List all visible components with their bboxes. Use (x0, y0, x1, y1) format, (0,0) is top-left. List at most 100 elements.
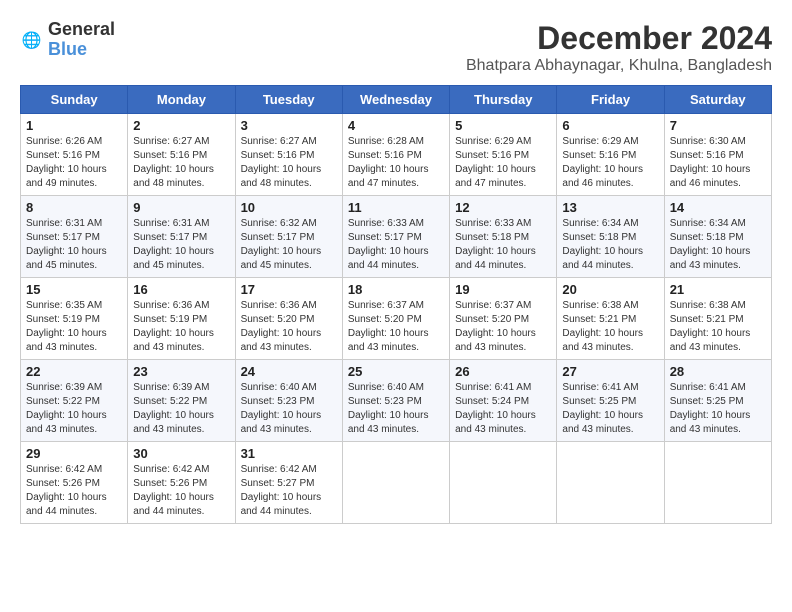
logo-general-text: General (48, 19, 115, 39)
location-subtitle: Bhatpara Abhaynagar, Khulna, Bangladesh (466, 57, 772, 75)
day-number: 4 (348, 118, 444, 133)
day-info: Sunrise: 6:38 AM Sunset: 5:21 PM Dayligh… (670, 299, 766, 355)
day-number: 14 (670, 200, 766, 215)
day-number: 28 (670, 364, 766, 379)
week-row-2: 8 Sunrise: 6:31 AM Sunset: 5:17 PM Dayli… (21, 196, 772, 278)
day-number: 15 (26, 282, 122, 297)
header-day-saturday: Saturday (664, 86, 771, 114)
day-info: Sunrise: 6:41 AM Sunset: 5:24 PM Dayligh… (455, 381, 551, 437)
day-cell: 5 Sunrise: 6:29 AM Sunset: 5:16 PM Dayli… (450, 114, 557, 196)
day-info: Sunrise: 6:42 AM Sunset: 5:26 PM Dayligh… (26, 463, 122, 519)
day-info: Sunrise: 6:42 AM Sunset: 5:26 PM Dayligh… (133, 463, 229, 519)
day-cell: 30 Sunrise: 6:42 AM Sunset: 5:26 PM Dayl… (128, 442, 235, 524)
day-cell: 22 Sunrise: 6:39 AM Sunset: 5:22 PM Dayl… (21, 360, 128, 442)
day-info: Sunrise: 6:37 AM Sunset: 5:20 PM Dayligh… (348, 299, 444, 355)
day-cell: 10 Sunrise: 6:32 AM Sunset: 5:17 PM Dayl… (235, 196, 342, 278)
day-number: 5 (455, 118, 551, 133)
logo: 🌐 General Blue (20, 20, 115, 60)
day-number: 7 (670, 118, 766, 133)
day-cell: 16 Sunrise: 6:36 AM Sunset: 5:19 PM Dayl… (128, 278, 235, 360)
day-cell: 14 Sunrise: 6:34 AM Sunset: 5:18 PM Dayl… (664, 196, 771, 278)
header-day-sunday: Sunday (21, 86, 128, 114)
day-info: Sunrise: 6:32 AM Sunset: 5:17 PM Dayligh… (241, 217, 337, 273)
day-cell: 28 Sunrise: 6:41 AM Sunset: 5:25 PM Dayl… (664, 360, 771, 442)
calendar-header: SundayMondayTuesdayWednesdayThursdayFrid… (21, 86, 772, 114)
day-info: Sunrise: 6:34 AM Sunset: 5:18 PM Dayligh… (670, 217, 766, 273)
header-day-thursday: Thursday (450, 86, 557, 114)
day-info: Sunrise: 6:41 AM Sunset: 5:25 PM Dayligh… (670, 381, 766, 437)
day-info: Sunrise: 6:35 AM Sunset: 5:19 PM Dayligh… (26, 299, 122, 355)
day-info: Sunrise: 6:40 AM Sunset: 5:23 PM Dayligh… (348, 381, 444, 437)
day-cell: 13 Sunrise: 6:34 AM Sunset: 5:18 PM Dayl… (557, 196, 664, 278)
day-number: 1 (26, 118, 122, 133)
day-info: Sunrise: 6:39 AM Sunset: 5:22 PM Dayligh… (133, 381, 229, 437)
header-day-monday: Monday (128, 86, 235, 114)
day-number: 31 (241, 446, 337, 461)
day-cell: 3 Sunrise: 6:27 AM Sunset: 5:16 PM Dayli… (235, 114, 342, 196)
title-section: December 2024 Bhatpara Abhaynagar, Khuln… (466, 20, 772, 75)
day-info: Sunrise: 6:26 AM Sunset: 5:16 PM Dayligh… (26, 135, 122, 191)
day-number: 29 (26, 446, 122, 461)
day-info: Sunrise: 6:36 AM Sunset: 5:19 PM Dayligh… (133, 299, 229, 355)
day-cell: 24 Sunrise: 6:40 AM Sunset: 5:23 PM Dayl… (235, 360, 342, 442)
day-cell: 7 Sunrise: 6:30 AM Sunset: 5:16 PM Dayli… (664, 114, 771, 196)
day-cell (557, 442, 664, 524)
day-info: Sunrise: 6:34 AM Sunset: 5:18 PM Dayligh… (562, 217, 658, 273)
day-number: 23 (133, 364, 229, 379)
day-cell: 23 Sunrise: 6:39 AM Sunset: 5:22 PM Dayl… (128, 360, 235, 442)
day-info: Sunrise: 6:38 AM Sunset: 5:21 PM Dayligh… (562, 299, 658, 355)
day-number: 24 (241, 364, 337, 379)
day-cell: 11 Sunrise: 6:33 AM Sunset: 5:17 PM Dayl… (342, 196, 449, 278)
day-cell: 21 Sunrise: 6:38 AM Sunset: 5:21 PM Dayl… (664, 278, 771, 360)
day-info: Sunrise: 6:30 AM Sunset: 5:16 PM Dayligh… (670, 135, 766, 191)
day-info: Sunrise: 6:27 AM Sunset: 5:16 PM Dayligh… (133, 135, 229, 191)
day-cell: 31 Sunrise: 6:42 AM Sunset: 5:27 PM Dayl… (235, 442, 342, 524)
day-number: 10 (241, 200, 337, 215)
day-info: Sunrise: 6:31 AM Sunset: 5:17 PM Dayligh… (133, 217, 229, 273)
day-cell: 8 Sunrise: 6:31 AM Sunset: 5:17 PM Dayli… (21, 196, 128, 278)
day-cell: 1 Sunrise: 6:26 AM Sunset: 5:16 PM Dayli… (21, 114, 128, 196)
day-number: 9 (133, 200, 229, 215)
day-number: 8 (26, 200, 122, 215)
header-day-wednesday: Wednesday (342, 86, 449, 114)
day-number: 26 (455, 364, 551, 379)
day-cell: 18 Sunrise: 6:37 AM Sunset: 5:20 PM Dayl… (342, 278, 449, 360)
logo-blue-text: Blue (48, 39, 87, 59)
day-cell: 27 Sunrise: 6:41 AM Sunset: 5:25 PM Dayl… (557, 360, 664, 442)
day-number: 3 (241, 118, 337, 133)
week-row-5: 29 Sunrise: 6:42 AM Sunset: 5:26 PM Dayl… (21, 442, 772, 524)
day-info: Sunrise: 6:33 AM Sunset: 5:17 PM Dayligh… (348, 217, 444, 273)
day-cell: 9 Sunrise: 6:31 AM Sunset: 5:17 PM Dayli… (128, 196, 235, 278)
day-info: Sunrise: 6:33 AM Sunset: 5:18 PM Dayligh… (455, 217, 551, 273)
day-info: Sunrise: 6:29 AM Sunset: 5:16 PM Dayligh… (562, 135, 658, 191)
day-cell: 4 Sunrise: 6:28 AM Sunset: 5:16 PM Dayli… (342, 114, 449, 196)
day-cell (664, 442, 771, 524)
day-info: Sunrise: 6:27 AM Sunset: 5:16 PM Dayligh… (241, 135, 337, 191)
header: 🌐 General Blue December 2024 Bhatpara Ab… (20, 20, 772, 75)
day-number: 12 (455, 200, 551, 215)
day-cell: 19 Sunrise: 6:37 AM Sunset: 5:20 PM Dayl… (450, 278, 557, 360)
day-number: 21 (670, 282, 766, 297)
week-row-1: 1 Sunrise: 6:26 AM Sunset: 5:16 PM Dayli… (21, 114, 772, 196)
week-row-3: 15 Sunrise: 6:35 AM Sunset: 5:19 PM Dayl… (21, 278, 772, 360)
header-row: SundayMondayTuesdayWednesdayThursdayFrid… (21, 86, 772, 114)
day-number: 11 (348, 200, 444, 215)
day-number: 18 (348, 282, 444, 297)
day-info: Sunrise: 6:28 AM Sunset: 5:16 PM Dayligh… (348, 135, 444, 191)
day-cell: 20 Sunrise: 6:38 AM Sunset: 5:21 PM Dayl… (557, 278, 664, 360)
day-cell: 25 Sunrise: 6:40 AM Sunset: 5:23 PM Dayl… (342, 360, 449, 442)
logo-icon: 🌐 (20, 28, 44, 52)
day-cell: 12 Sunrise: 6:33 AM Sunset: 5:18 PM Dayl… (450, 196, 557, 278)
day-cell: 26 Sunrise: 6:41 AM Sunset: 5:24 PM Dayl… (450, 360, 557, 442)
day-number: 2 (133, 118, 229, 133)
day-cell (450, 442, 557, 524)
calendar-table: SundayMondayTuesdayWednesdayThursdayFrid… (20, 85, 772, 524)
day-info: Sunrise: 6:42 AM Sunset: 5:27 PM Dayligh… (241, 463, 337, 519)
day-info: Sunrise: 6:40 AM Sunset: 5:23 PM Dayligh… (241, 381, 337, 437)
month-title: December 2024 (466, 20, 772, 57)
week-row-4: 22 Sunrise: 6:39 AM Sunset: 5:22 PM Dayl… (21, 360, 772, 442)
day-info: Sunrise: 6:41 AM Sunset: 5:25 PM Dayligh… (562, 381, 658, 437)
day-cell: 6 Sunrise: 6:29 AM Sunset: 5:16 PM Dayli… (557, 114, 664, 196)
day-number: 17 (241, 282, 337, 297)
day-cell (342, 442, 449, 524)
